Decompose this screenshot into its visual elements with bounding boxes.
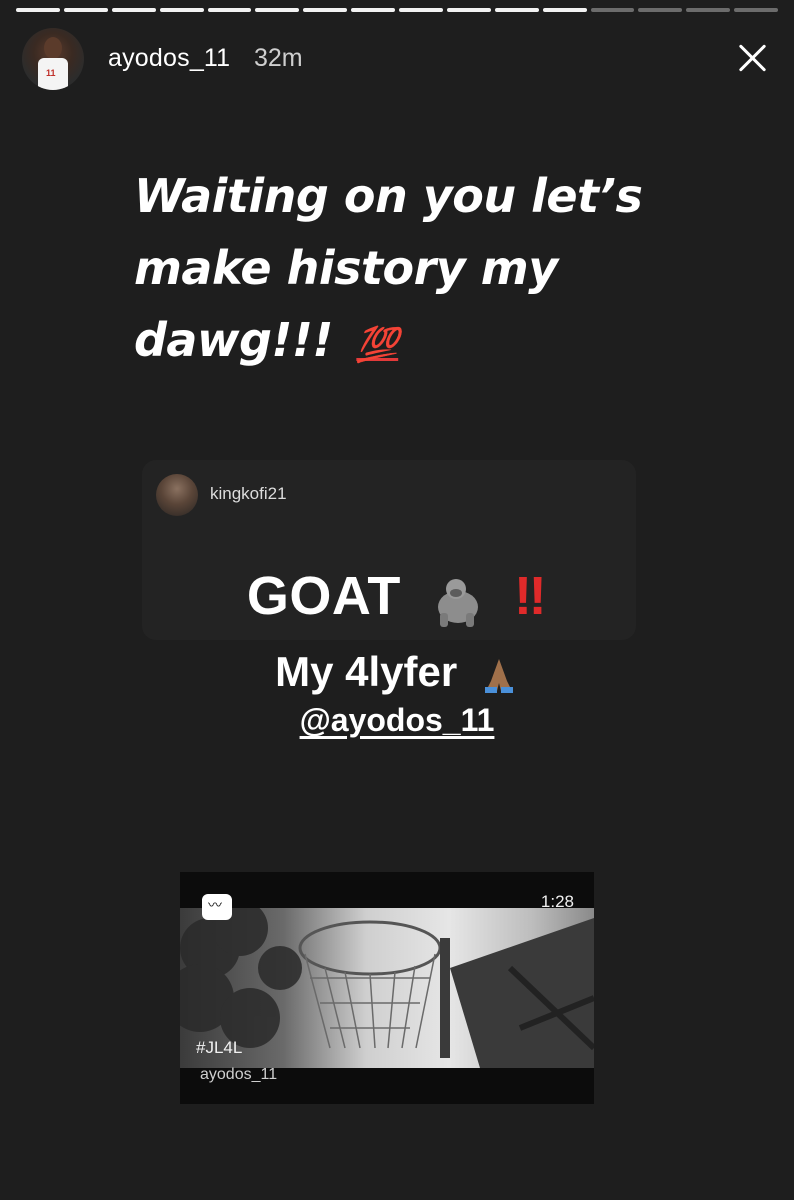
- progress-segment: [16, 8, 60, 12]
- folded-hands-icon: [479, 655, 519, 695]
- shared-post-line2: My 4lyfer: [0, 648, 794, 696]
- progress-segment: [351, 8, 395, 12]
- igtv-video-preview[interactable]: 1:28 #JL4L ayodos_11: [180, 872, 594, 1104]
- igtv-icon: [202, 894, 232, 920]
- story-progress-bar: [16, 8, 778, 12]
- progress-segment: [111, 8, 156, 12]
- progress-segment: [159, 8, 204, 12]
- progress-segment: [734, 8, 778, 12]
- video-hashtag: #JL4L: [196, 1038, 243, 1057]
- progress-segment: [63, 8, 108, 12]
- goat-text: GOAT: [246, 566, 401, 626]
- gorilla-icon: [428, 573, 488, 627]
- avatar-head: [44, 37, 62, 59]
- progress-segment: [399, 8, 443, 12]
- lyfer-text: My 4lyfer: [275, 648, 458, 695]
- progress-segment: [590, 8, 635, 12]
- progress-segment: [686, 8, 731, 12]
- progress-segment: [207, 8, 252, 12]
- story-timestamp: 32m: [254, 44, 303, 72]
- shared-post-username[interactable]: kingkofi21: [210, 484, 287, 504]
- video-username: ayodos_11: [200, 1066, 278, 1083]
- mention-link[interactable]: @ayodos_11: [300, 702, 495, 738]
- shared-post-line1: GOAT ‼: [0, 565, 794, 627]
- progress-segment: [542, 8, 587, 12]
- video-duration: 1:28: [540, 892, 574, 911]
- avatar[interactable]: [22, 28, 84, 90]
- story-header: ayodos_11 32m: [22, 28, 774, 90]
- progress-segment: [255, 8, 300, 12]
- progress-segment: [303, 8, 348, 12]
- avatar-jersey: [38, 58, 68, 90]
- progress-segment: [446, 8, 491, 12]
- story-username[interactable]: ayodos_11: [108, 44, 230, 73]
- progress-segment: [494, 8, 539, 12]
- double-exclamation-icon: ‼: [513, 566, 548, 626]
- shared-post-mention[interactable]: @ayodos_11: [0, 702, 794, 739]
- shared-post-avatar[interactable]: [156, 474, 198, 516]
- hundred-points-icon: 💯: [356, 325, 399, 365]
- story-caption: Waiting on you let’s make history my daw…: [134, 160, 754, 381]
- close-icon[interactable]: [734, 40, 770, 76]
- progress-segment: [638, 8, 683, 12]
